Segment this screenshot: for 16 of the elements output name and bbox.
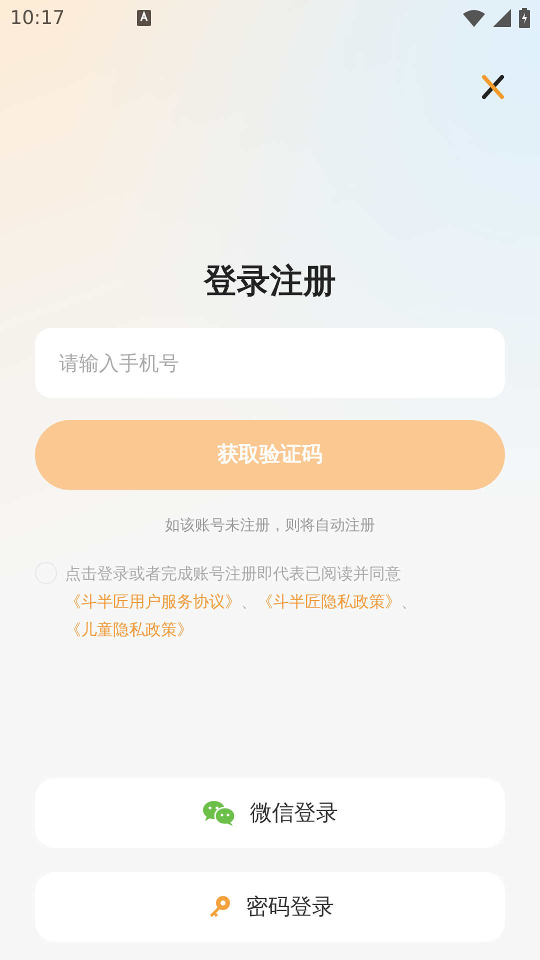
phone-input-field[interactable]: 请输入手机号: [35, 328, 505, 398]
close-icon: [480, 74, 506, 100]
agreement-text: 点击登录或者完成账号注册即代表已阅读并同意 《斗半匠用户服务协议》、《斗半匠隐私政策》、 《儿童隐私政策》: [65, 563, 418, 641]
alt-login-button[interactable]: 微信登录: [35, 778, 505, 848]
signal-icon: [493, 9, 511, 27]
chat-bubbles-icon: [202, 799, 236, 827]
auto-register-hint: 如该账号未注册，则将自动注册: [164, 514, 376, 536]
status-time: 10:17: [10, 6, 65, 31]
agreement-link[interactable]: 《斗半匠用户服务协议》: [65, 592, 241, 611]
agreement-link[interactable]: 《斗半匠隐私政策》: [257, 592, 401, 611]
page-title: 登录注册: [202, 260, 337, 302]
alt-login-button[interactable]: 密码登录: [35, 872, 505, 942]
wifi-icon: [463, 9, 485, 27]
keyboard-a-icon: [136, 10, 151, 26]
agreement-link[interactable]: 《儿童隐私政策》: [65, 620, 193, 639]
battery-icon: [519, 8, 530, 28]
